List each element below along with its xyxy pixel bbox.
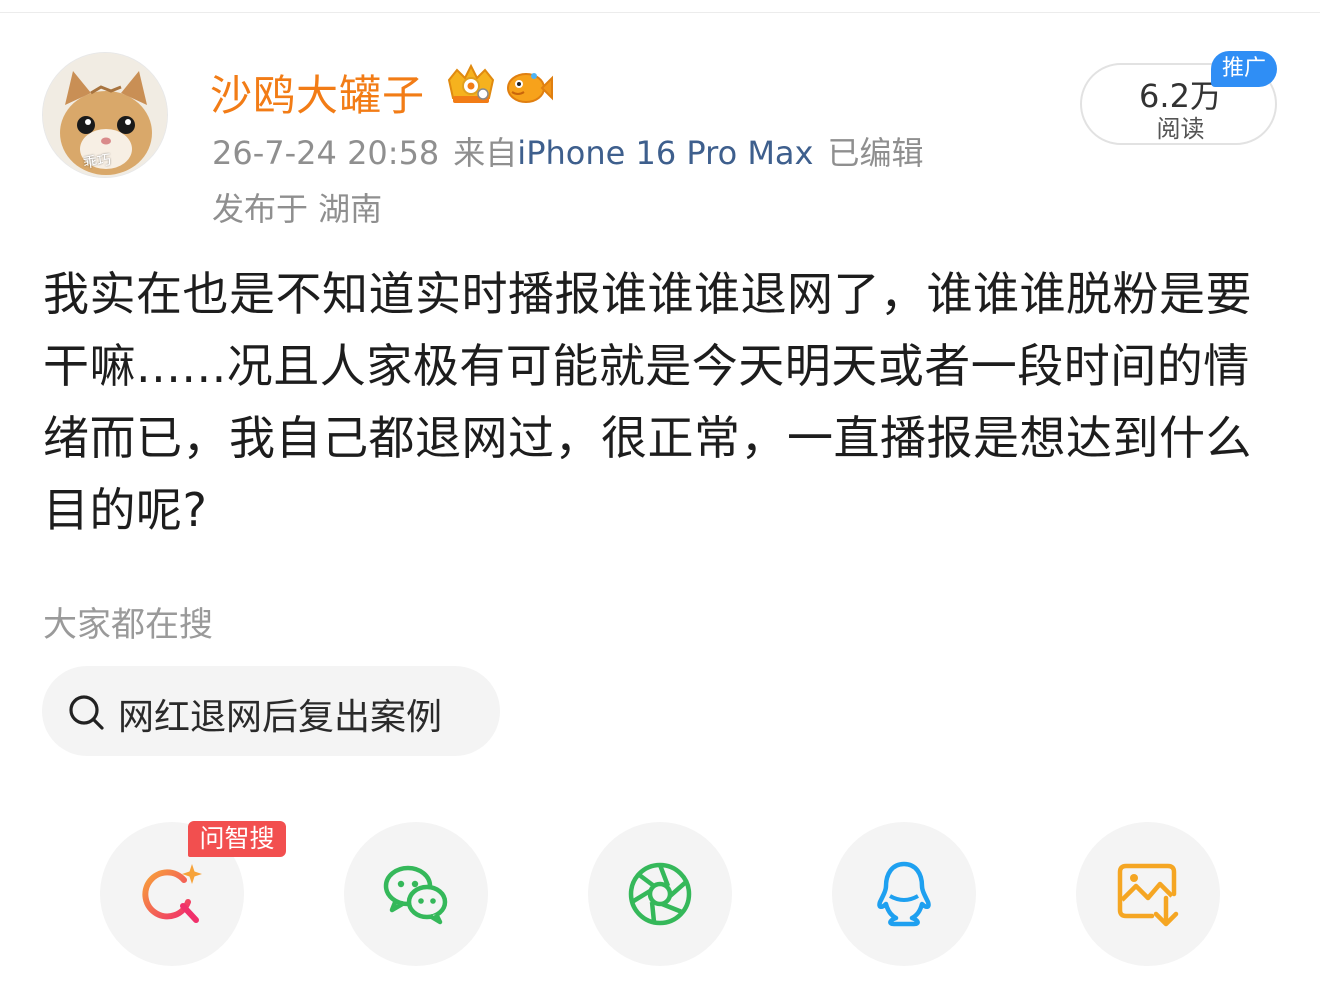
avatar[interactable]: 乖巧 xyxy=(42,52,168,178)
wechat-icon xyxy=(383,865,448,925)
read-label: 阅读 xyxy=(1156,115,1205,143)
source-prefix: 来自 xyxy=(453,134,518,172)
post-location: 发布于 湖南 xyxy=(212,190,383,228)
fish-badge-icon[interactable] xyxy=(504,66,554,108)
wechat-share-button[interactable] xyxy=(344,822,488,966)
post-body: 我实在也是不知道实时播报谁谁谁退网了，谁谁谁脱粉是要干嘛......况且人家极有… xyxy=(43,267,1252,537)
edited-label[interactable]: 已编辑 xyxy=(827,134,923,172)
search-icon xyxy=(69,695,104,730)
crown-badge-icon[interactable] xyxy=(443,62,499,108)
ask-search-tag: 问智搜 xyxy=(188,821,286,857)
save-image-icon xyxy=(1117,863,1179,927)
qq-share-button[interactable] xyxy=(832,822,976,966)
trending-search-chip[interactable]: 网红退网后复出案例 xyxy=(42,666,500,756)
trending-search-title: 大家都在搜 xyxy=(43,605,213,645)
device-link[interactable]: iPhone 16 Pro Max xyxy=(517,134,813,172)
post-time: 26-7-24 20:58 xyxy=(212,134,440,172)
save-image-button[interactable] xyxy=(1076,822,1220,966)
post-meta: 26-7-24 20:58 来自iPhone 16 Pro Max 已编辑 xyxy=(212,128,923,174)
moments-icon xyxy=(628,862,692,926)
ai-search-icon xyxy=(142,864,202,923)
top-divider xyxy=(0,12,1320,13)
trending-search-label: 网红退网后复出案例 xyxy=(118,697,443,738)
username[interactable]: 沙鸥大罐子 xyxy=(210,62,425,123)
avatar-caption: 乖巧 xyxy=(82,152,113,172)
qq-icon xyxy=(877,861,931,927)
moments-share-button[interactable] xyxy=(588,822,732,966)
promo-tag[interactable]: 推广 xyxy=(1211,51,1277,87)
